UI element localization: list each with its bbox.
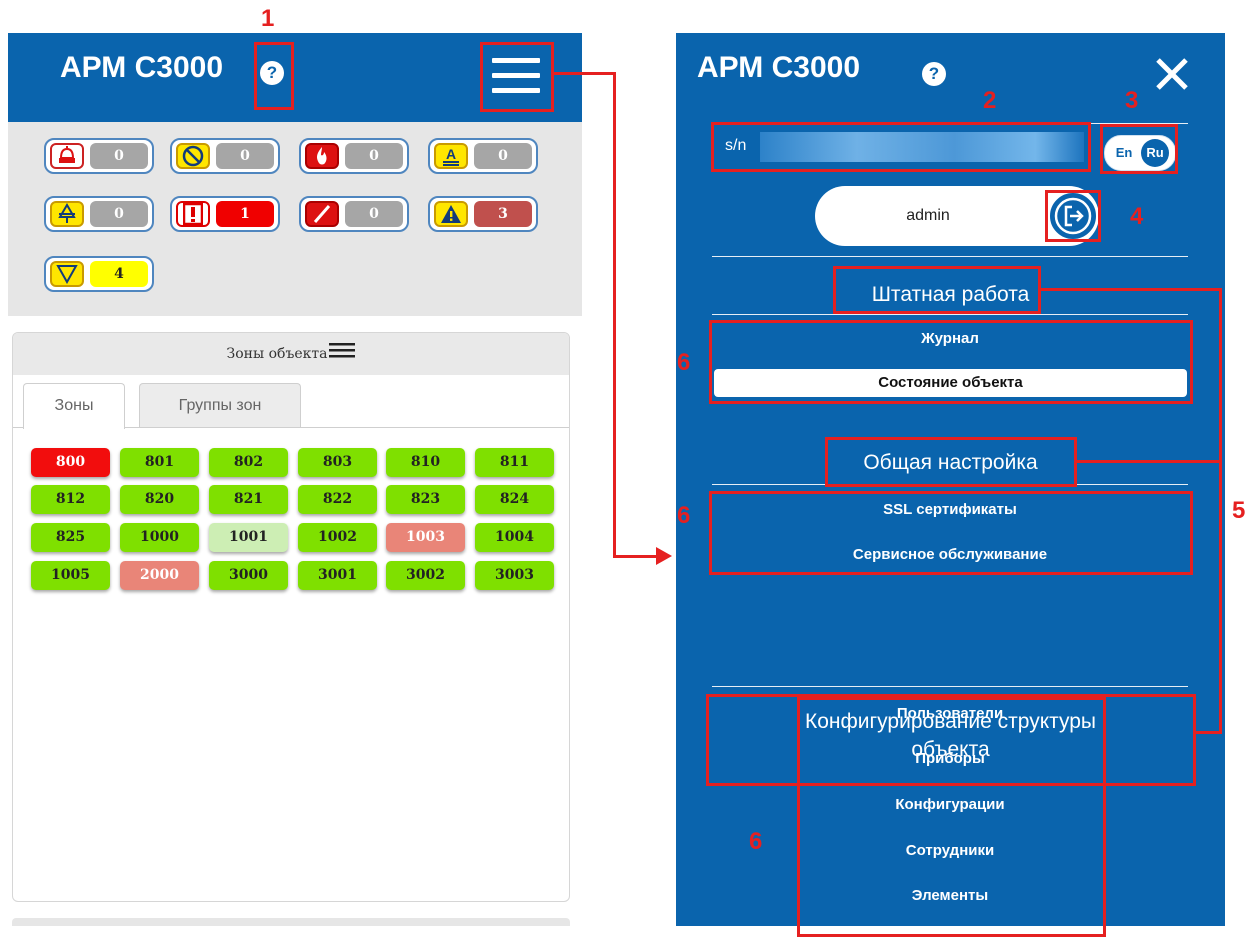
zone-button[interactable]: 800 — [31, 448, 110, 477]
zone-button[interactable]: 1004 — [475, 523, 554, 552]
zone-button[interactable]: 812 — [31, 485, 110, 514]
annotation-connector — [613, 72, 616, 558]
zone-button[interactable]: 824 — [475, 485, 554, 514]
fault-icon — [305, 201, 339, 227]
annotation-arrowhead — [656, 547, 672, 565]
next-panel-edge — [12, 918, 570, 926]
annotation-box-menu — [480, 42, 554, 112]
zone-button[interactable]: 823 — [386, 485, 465, 514]
annotation-number-6: 6 — [677, 349, 691, 376]
zone-button[interactable]: 822 — [298, 485, 377, 514]
status-count: 0 — [90, 201, 148, 227]
zone-button[interactable]: 1005 — [31, 561, 110, 590]
zone-button[interactable]: 821 — [209, 485, 288, 514]
zone-button[interactable]: 803 — [298, 448, 377, 477]
annotation-connector — [1219, 288, 1222, 734]
zone-button[interactable]: 1002 — [298, 523, 377, 552]
zone-button[interactable]: 3001 — [298, 561, 377, 590]
annotation-connector — [1041, 288, 1222, 291]
zone-button[interactable]: 3000 — [209, 561, 288, 590]
status-count: 0 — [90, 143, 148, 169]
zone-button[interactable]: 1000 — [120, 523, 199, 552]
zone-button[interactable]: 820 — [120, 485, 199, 514]
status-chip-attention[interactable]: A 0 — [428, 138, 538, 174]
zone-button[interactable]: 1003 — [386, 523, 465, 552]
status-chip-arm[interactable]: 0 — [44, 196, 154, 232]
annotation-number-6: 6 — [677, 502, 691, 529]
annotation-box-menu-items — [709, 491, 1193, 575]
annotation-box-menu-items — [709, 320, 1193, 404]
attention-icon: A — [434, 143, 468, 169]
status-count: 0 — [474, 143, 532, 169]
annotation-box-logout — [1045, 190, 1101, 242]
zone-button[interactable]: 3002 — [386, 561, 465, 590]
zones-menu-icon[interactable] — [329, 333, 356, 375]
siren-alarm-icon — [50, 143, 84, 169]
tab-zones[interactable]: Зоны — [23, 383, 125, 429]
alarm-exclamation-icon — [176, 201, 210, 227]
help-icon[interactable]: ? — [922, 62, 946, 86]
status-count: 0 — [216, 143, 274, 169]
annotation-box-menu-items — [797, 697, 1106, 937]
zone-button[interactable]: 825 — [31, 523, 110, 552]
status-chip-alarm-exclamation[interactable]: 1 — [170, 196, 280, 232]
zone-button[interactable]: 802 — [209, 448, 288, 477]
status-chip-alarm[interactable]: 0 — [44, 138, 154, 174]
status-count: 0 — [345, 143, 403, 169]
app-title: АРМ С3000 — [60, 51, 224, 84]
username: admin — [906, 207, 950, 224]
zone-button[interactable]: 2000 — [120, 561, 199, 590]
side-menu-title: АРМ С3000 — [697, 51, 861, 84]
divider — [712, 314, 1188, 315]
annotation-box-section — [833, 266, 1041, 314]
status-chip-fire[interactable]: 0 — [299, 138, 409, 174]
tab-zone-groups[interactable]: Группы зон — [139, 383, 301, 427]
warning-triangle-icon — [434, 201, 468, 227]
zone-button[interactable]: 810 — [386, 448, 465, 477]
fire-icon — [305, 143, 339, 169]
zone-button[interactable]: 3003 — [475, 561, 554, 590]
zone-button[interactable]: 1001 — [209, 523, 288, 552]
disabled-icon — [176, 143, 210, 169]
zone-button[interactable]: 811 — [475, 448, 554, 477]
divider — [712, 256, 1188, 257]
annotation-number-1: 1 — [261, 5, 275, 32]
annotation-connector — [554, 72, 616, 75]
status-chip-warning[interactable]: 3 — [428, 196, 538, 232]
status-count: 3 — [474, 201, 532, 227]
arm-icon — [50, 201, 84, 227]
status-chip-triangle-down[interactable]: 4 — [44, 256, 154, 292]
zone-button[interactable]: 801 — [120, 448, 199, 477]
annotation-number-6: 6 — [749, 828, 763, 855]
annotation-number-3: 3 — [1125, 87, 1139, 114]
annotation-number-4: 4 — [1130, 203, 1144, 230]
annotation-number-2: 2 — [983, 87, 997, 114]
annotation-box-help — [254, 42, 294, 110]
status-count: 1 — [216, 201, 274, 227]
annotation-box-section — [825, 437, 1077, 487]
annotation-box-serial — [711, 122, 1091, 172]
status-chip-fault[interactable]: 0 — [299, 196, 409, 232]
divider — [712, 686, 1188, 687]
annotation-number-5: 5 — [1232, 497, 1246, 524]
status-count: 4 — [90, 261, 148, 287]
svg-text:A: A — [446, 146, 456, 162]
close-icon[interactable] — [1150, 52, 1194, 96]
status-count: 0 — [345, 201, 403, 227]
annotation-connector — [1077, 460, 1222, 463]
annotation-connector — [613, 555, 659, 558]
status-chip-disabled[interactable]: 0 — [170, 138, 280, 174]
annotation-box-language — [1100, 124, 1178, 174]
zones-panel: Зоны объекта Зоны Группы зон — [12, 332, 570, 902]
triangle-down-icon — [50, 261, 84, 287]
zones-panel-title: Зоны объекта — [13, 333, 569, 375]
